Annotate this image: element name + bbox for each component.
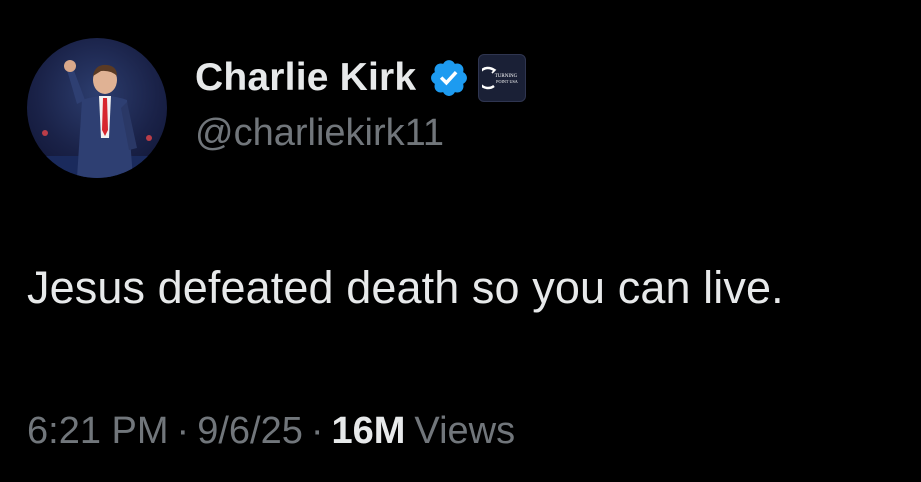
author-handle[interactable]: @charliekirk11 — [195, 112, 444, 155]
author-avatar[interactable] — [27, 38, 167, 178]
tweet-text: Jesus defeated death so you can live. — [27, 262, 784, 313]
author-display-name[interactable]: Charlie Kirk — [195, 56, 416, 100]
tweet-time[interactable]: 6:21 PM — [27, 410, 169, 453]
avatar-photo — [37, 60, 157, 178]
verified-check-icon[interactable] — [428, 57, 470, 99]
meta-separator: · — [310, 410, 324, 452]
author-name-row: Charlie Kirk TURNING POINT USA — [195, 52, 527, 104]
affiliate-logo-icon[interactable]: TURNING POINT USA — [478, 54, 527, 102]
meta-separator: · — [176, 410, 190, 452]
tweet-meta: 6:21 PM · 9/6/25 · 16M Views — [27, 410, 515, 453]
tweet-card: Charlie Kirk TURNING POINT USA @charliek… — [0, 0, 921, 482]
tweet-date[interactable]: 9/6/25 — [197, 410, 303, 453]
affiliate-logo-text-2: POINT USA — [496, 79, 518, 84]
views-label: Views — [414, 410, 516, 452]
views-count[interactable]: 16M — [332, 410, 406, 453]
